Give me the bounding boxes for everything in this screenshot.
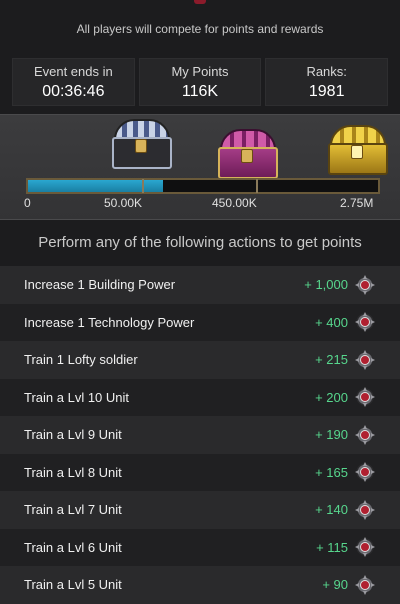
gold-chest-icon[interactable] [326, 125, 388, 177]
actions-list: Increase 1 Building Power + 1,000 Increase… [0, 266, 400, 604]
action-label: Train a Lvl 6 Unit [24, 539, 122, 555]
action-row: Increase 1 Technology Power + 400 [0, 303, 400, 341]
action-points: + 200 [315, 389, 348, 405]
action-row: Train a Lvl 6 Unit + 115 [0, 528, 400, 566]
my-points-value: 116K [181, 82, 219, 100]
my-points: My Points 116K [138, 58, 262, 106]
purple-chest-icon[interactable] [216, 129, 278, 181]
action-label: Increase 1 Building Power [24, 277, 176, 293]
marker-2: 450.00K [212, 196, 257, 210]
action-row: Train a Lvl 10 Unit + 200 [0, 378, 400, 416]
rank-value: 1981 [308, 82, 345, 100]
action-row: Train 1 Lofty soldier + 215 [0, 341, 400, 379]
action-label: Train a Lvl 8 Unit [24, 464, 122, 480]
points-badge-icon [354, 574, 376, 596]
event-stats: Event ends in 00:36:46 My Points 116K Ra… [12, 58, 389, 106]
points-badge-icon [354, 424, 376, 446]
action-row: Train a Lvl 9 Unit + 190 [0, 416, 400, 454]
action-points: + 90 [322, 577, 348, 593]
action-label: Train a Lvl 9 Unit [24, 427, 122, 443]
my-points-label: My Points [171, 63, 229, 79]
action-points: + 400 [315, 314, 348, 330]
action-row: Train a Lvl 7 Unit + 140 [0, 491, 400, 529]
action-points: + 1,000 [304, 277, 348, 293]
progress-tick [142, 179, 144, 193]
actions-heading: Perform any of the following actions to … [38, 234, 362, 251]
points-badge-icon [354, 386, 376, 408]
points-badge-icon [354, 349, 376, 371]
action-label: Increase 1 Technology Power [24, 314, 195, 330]
action-row: Train a Lvl 8 Unit + 165 [0, 453, 400, 491]
action-label: Train a Lvl 5 Unit [24, 577, 122, 593]
rank[interactable]: Ranks: 1981 [265, 58, 389, 106]
action-points: + 115 [316, 539, 348, 555]
points-badge-icon [354, 311, 376, 333]
rank-label: Ranks: [306, 63, 347, 79]
action-label: Train a Lvl 10 Unit [24, 389, 130, 405]
action-label: Train a Lvl 7 Unit [24, 502, 122, 518]
points-badge-icon [354, 461, 376, 483]
reward-progress-bar [26, 178, 380, 194]
action-points: + 215 [315, 352, 348, 368]
marker-3: 2.75M [340, 196, 374, 210]
action-points: + 190 [315, 427, 348, 443]
silver-chest-icon[interactable] [110, 119, 172, 171]
points-badge-icon [354, 499, 376, 521]
action-row: Increase 1 Building Power + 1,000 [0, 266, 400, 304]
marker-0: 0 [24, 196, 31, 210]
action-points: + 165 [315, 464, 348, 480]
header-accent [194, 0, 206, 4]
event-timer: Event ends in 00:36:46 [12, 58, 135, 106]
event-timer-label: Event ends in [33, 63, 113, 79]
action-points: + 140 [315, 502, 348, 518]
event-timer-value: 00:36:46 [42, 82, 105, 100]
progress-tick [256, 179, 258, 193]
event-subtitle: All players will compete for points and … [76, 22, 324, 36]
action-row: Train a Lvl 5 Unit + 90 [0, 566, 400, 604]
marker-1: 50.00K [104, 196, 143, 210]
progress-markers: 0 50.00K 450.00K 2.75M [0, 196, 400, 210]
action-label: Train 1 Lofty soldier [24, 352, 138, 368]
points-badge-icon [354, 536, 376, 558]
points-badge-icon [354, 274, 376, 296]
